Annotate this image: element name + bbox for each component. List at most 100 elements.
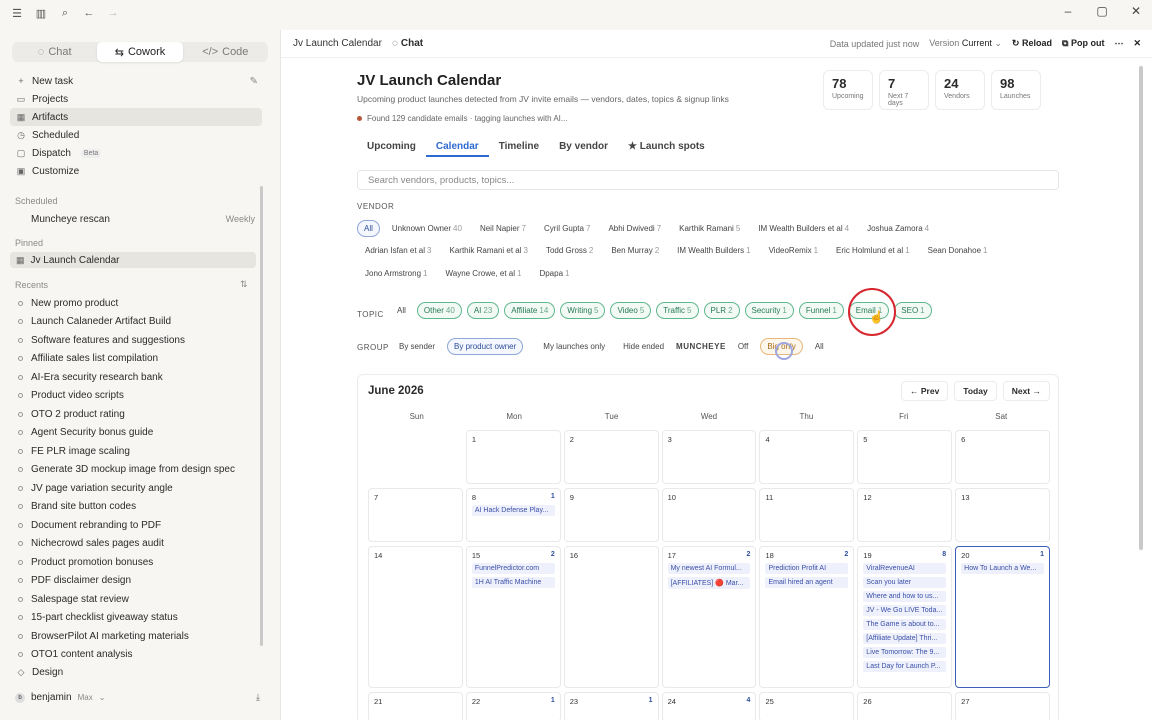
vendor-chip[interactable]: Sean Donahoe 1	[922, 243, 994, 258]
calendar-day[interactable]: 10	[661, 488, 757, 542]
tab-code[interactable]: </> Code	[183, 42, 268, 62]
calendar-event[interactable]: How To Launch a We...	[961, 563, 1045, 574]
calendar-day[interactable]: 12	[857, 488, 953, 542]
list-item[interactable]: FE PLR image scaling	[18, 442, 254, 461]
list-item[interactable]: 15-part checklist giveaway status	[18, 609, 254, 628]
calendar-event[interactable]: Prediction Profit AI	[765, 563, 849, 574]
sidebar-item-scheduled[interactable]: ◷ Scheduled	[10, 126, 262, 144]
tab-cowork[interactable]: ⇆ Cowork	[97, 42, 183, 62]
calendar-event[interactable]: The Game is about to...	[863, 619, 947, 630]
topic-chip[interactable]: Traffic 5	[656, 302, 699, 319]
sidebar-scrollbar[interactable]	[260, 186, 263, 646]
popout-button[interactable]: ⧉ Pop out	[1062, 38, 1104, 49]
forward-icon[interactable]: →	[106, 6, 120, 20]
calendar-day[interactable]: 11	[759, 488, 855, 542]
list-item[interactable]: AI-Era security research bank	[18, 368, 254, 387]
calendar-day[interactable]: 17 2 My newest AI Formul... [AFFILIATES] 🔴 …	[661, 546, 757, 688]
vendor-chip[interactable]: VideoRemix 1	[763, 243, 824, 258]
vendor-chip[interactable]: Abhi Dwivedi 7	[602, 221, 667, 236]
calendar-day[interactable]: 24 4	[661, 692, 757, 720]
list-item[interactable]: Affiliate sales list compilation	[18, 350, 254, 369]
list-item[interactable]: Launch Calaneder Artifact Build	[18, 313, 254, 332]
tab-timeline[interactable]: Timeline	[489, 138, 549, 157]
calendar-day[interactable]: 9	[563, 488, 659, 542]
vendor-chip[interactable]: Unknown Owner 40	[386, 221, 468, 236]
filter-icon[interactable]: ⇅	[240, 279, 248, 290]
list-item[interactable]: Product promotion bonuses	[18, 553, 254, 572]
topic-chip-all[interactable]: All	[391, 303, 412, 318]
calendar-day[interactable]: 6	[955, 430, 1051, 484]
calendar-event[interactable]: Email hired an agent	[765, 577, 849, 588]
chat-link[interactable]: ◌ Chat	[392, 38, 423, 49]
muncheye-off[interactable]: Off	[732, 339, 755, 354]
list-item[interactable]: Generate 3D mockup image from design spe…	[18, 461, 254, 480]
scheduled-item[interactable]: Muncheye rescan Weekly	[31, 214, 255, 225]
list-item[interactable]: PDF disclaimer design	[18, 572, 254, 591]
tab-launch-spots[interactable]: ★ Launch spots	[618, 138, 715, 157]
vendor-chip[interactable]: Jono Armstrong 1	[359, 266, 433, 281]
vendor-chip[interactable]: Todd Gross 2	[540, 243, 599, 258]
calendar-event[interactable]: Last Day for Launch P...	[863, 661, 947, 672]
minimize-icon[interactable]: –	[1060, 4, 1076, 18]
list-item[interactable]: Software features and suggestions	[18, 331, 254, 350]
calendar-day[interactable]: 4	[759, 430, 855, 484]
calendar-event[interactable]: Live Tomorrow: The 9...	[863, 647, 947, 658]
calendar-day[interactable]: 18 2 Prediction Profit AI Email hired an ag…	[759, 546, 855, 688]
calendar-day[interactable]: 23 1	[563, 692, 659, 720]
muncheye-all[interactable]: All	[809, 339, 830, 354]
calendar-event[interactable]: FunnelPredictor.com	[471, 563, 555, 574]
list-item[interactable]: OTO1 content analysis	[18, 646, 254, 665]
next-month-button[interactable]: Next →	[1002, 381, 1050, 401]
vendor-chip[interactable]: Dpapa 1	[533, 266, 575, 281]
vendor-chip[interactable]: IM Wealth Builders 1	[671, 243, 756, 258]
today-button[interactable]: Today	[954, 381, 997, 401]
topic-chip[interactable]: Other 40	[416, 302, 462, 319]
sidebar-item-dispatch[interactable]: ▢ Dispatch Beta	[10, 144, 262, 162]
list-item[interactable]: Salespage stat review	[18, 590, 254, 609]
calendar-day[interactable]: 14	[368, 546, 463, 688]
calendar-event[interactable]: My newest AI Formul...	[667, 563, 751, 574]
sidebar-item-customize[interactable]: ▣ Customize	[10, 162, 262, 180]
tab-upcoming[interactable]: Upcoming	[357, 138, 426, 157]
topic-chip[interactable]: PLR 2	[703, 302, 740, 319]
list-item[interactable]: Brand site button codes	[18, 498, 254, 517]
sidebar-item-design[interactable]: ◇ Design	[10, 663, 256, 681]
list-item[interactable]: OTO 2 product rating	[18, 405, 254, 424]
my-launches-only-toggle[interactable]: My launches only	[537, 339, 611, 354]
maximize-icon[interactable]: ▢	[1094, 4, 1110, 18]
vendor-chip[interactable]: Joshua Zamora 4	[861, 221, 935, 236]
vendor-chip[interactable]: Karthik Ramani et al 3	[444, 243, 534, 258]
vendor-chip[interactable]: Neil Napier 7	[474, 221, 532, 236]
calendar-day[interactable]: 7	[368, 488, 463, 542]
list-item[interactable]: BrowserPilot AI marketing materials	[18, 627, 254, 646]
topic-chip[interactable]: Funnel 1	[798, 302, 844, 319]
calendar-day[interactable]: 13	[955, 488, 1051, 542]
calendar-day[interactable]: 26	[857, 692, 953, 720]
tab-calendar[interactable]: Calendar	[425, 138, 489, 157]
calendar-day[interactable]: 16	[563, 546, 659, 688]
back-icon[interactable]: ←	[82, 6, 96, 20]
more-icon[interactable]: ⋯	[1114, 38, 1123, 49]
tab-chat[interactable]: ◌ Chat	[12, 42, 97, 62]
pinned-item-jv-launch-calendar[interactable]: ▦ Jv Launch Calendar	[10, 252, 256, 268]
compose-icon[interactable]: ✎	[250, 76, 258, 87]
list-item[interactable]: Document rebranding to PDF	[18, 516, 254, 535]
topic-chip[interactable]: Affiliate 14	[504, 302, 556, 319]
calendar-day[interactable]: 19 8 ViralRevenueAI Scan you later Where and…	[857, 546, 953, 688]
calendar-day[interactable]: 20 1 How To Launch a We...	[955, 546, 1051, 688]
vendor-chip[interactable]: IM Wealth Builders et al 4	[752, 221, 855, 236]
calendar-event[interactable]: AI Hack Defense Play...	[471, 505, 555, 516]
search-icon[interactable]: ⌕	[58, 6, 72, 20]
list-item[interactable]: New promo product	[18, 294, 254, 313]
topic-chip[interactable]: SEO 1	[894, 302, 932, 319]
topic-chip[interactable]: Video 5	[610, 302, 652, 319]
vendor-chip-all[interactable]: All	[357, 220, 380, 237]
vendor-chip[interactable]: Wayne Crowe, et al 1	[439, 266, 527, 281]
sidebar-item-new-task[interactable]: + New task ✎	[10, 72, 262, 90]
list-item[interactable]: Product video scripts	[18, 387, 254, 406]
calendar-day[interactable]: 22 1	[465, 692, 561, 720]
calendar-event[interactable]: [AFFILIATES] 🔴 Mar...	[667, 577, 751, 589]
calendar-event[interactable]: JV - We Go LIVE Toda...	[863, 605, 947, 616]
search-input[interactable]: Search vendors, products, topics...	[357, 170, 1059, 190]
menu-icon[interactable]: ☰	[10, 6, 24, 20]
